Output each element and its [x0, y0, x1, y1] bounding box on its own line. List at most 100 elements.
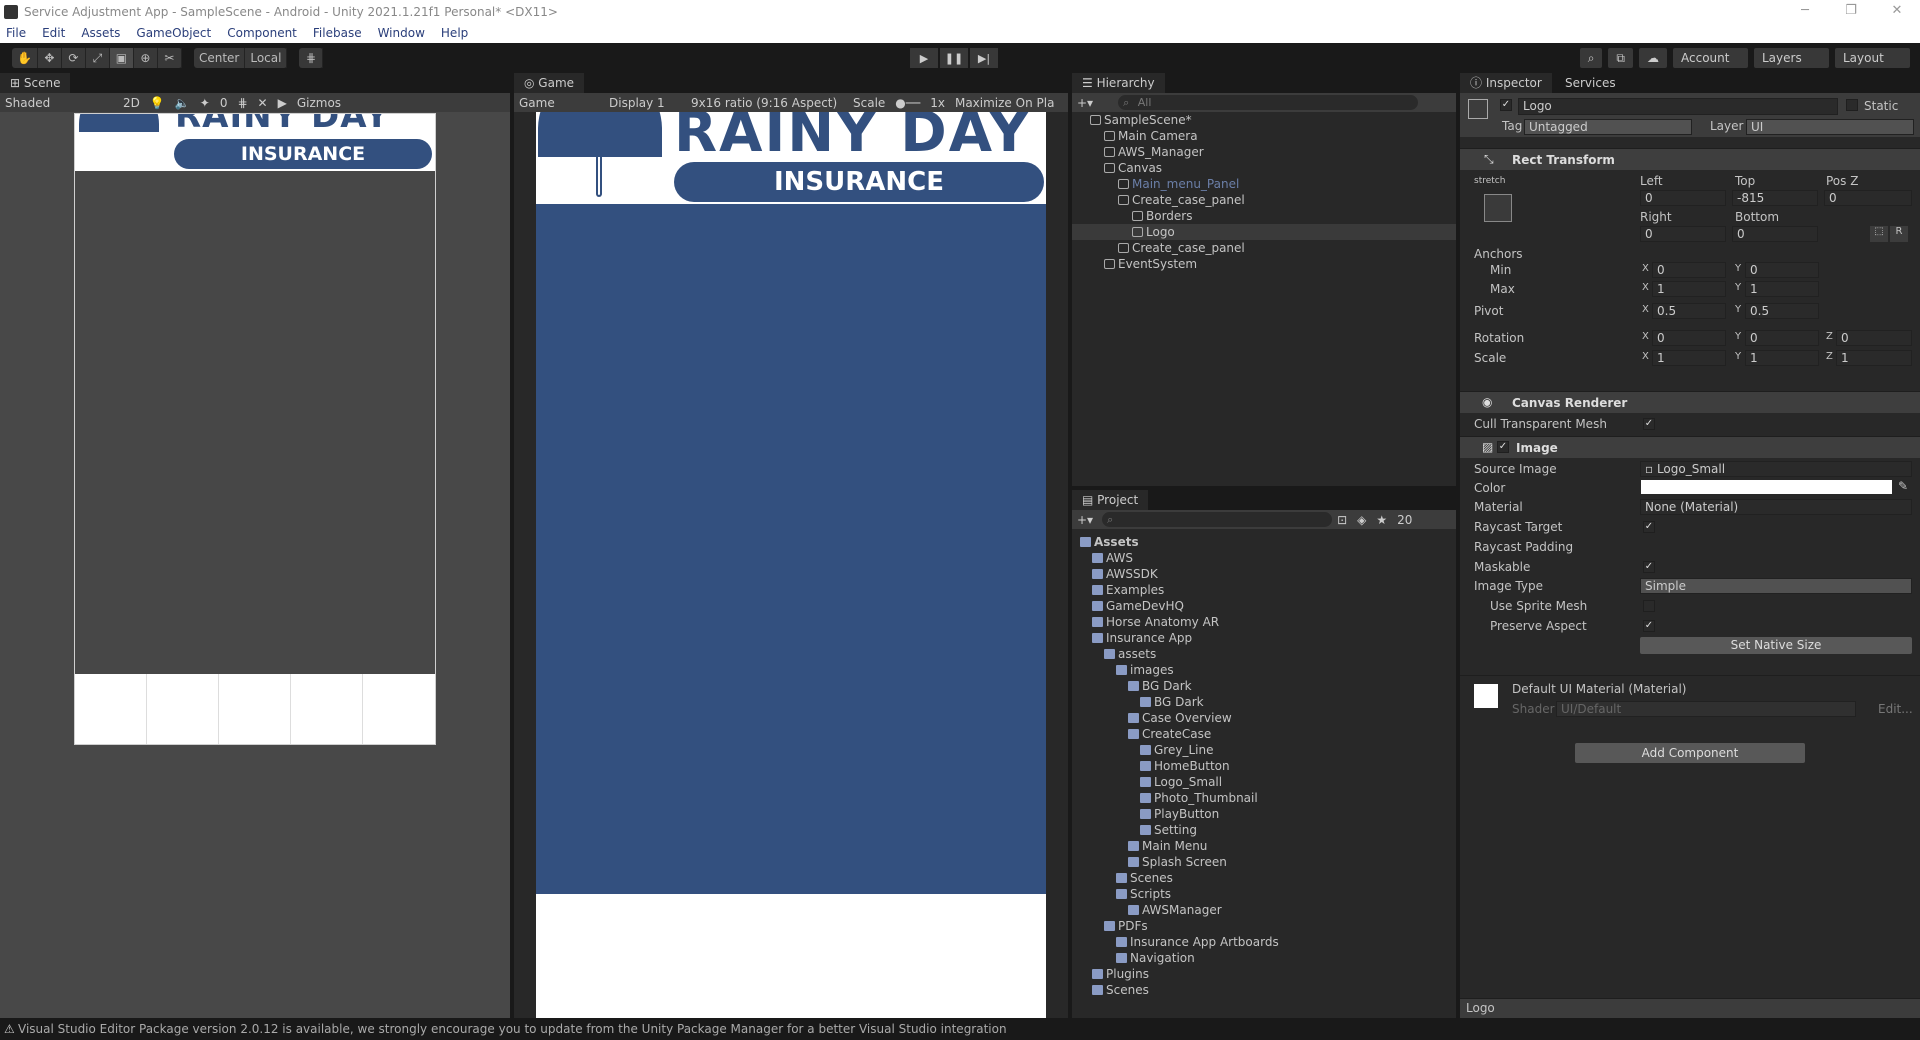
project-item[interactable]: BG Dark: [1072, 678, 1192, 694]
image-header[interactable]: ▨ ✓ Image: [1460, 436, 1920, 458]
project-item[interactable]: Scenes: [1072, 982, 1149, 998]
right-field[interactable]: 0: [1640, 226, 1726, 242]
project-tab[interactable]: ▤ Project: [1072, 490, 1149, 510]
hierarchy-item[interactable]: SampleScene*: [1072, 112, 1456, 128]
scene-tab[interactable]: ⊞ Scene: [0, 73, 71, 93]
game-view[interactable]: RAINY DAY INSURANCE: [536, 112, 1046, 1018]
project-item[interactable]: Grey_Line: [1072, 742, 1213, 758]
static-checkbox[interactable]: [1846, 99, 1858, 111]
menu-edit[interactable]: Edit: [42, 26, 65, 40]
object-name-field[interactable]: Logo: [1518, 98, 1838, 115]
project-item[interactable]: HomeButton: [1072, 758, 1230, 774]
scale-tool-icon[interactable]: ⤢: [86, 48, 110, 68]
sprite-mesh-checkbox[interactable]: [1643, 600, 1655, 612]
anchor-preset-icon[interactable]: [1484, 194, 1512, 222]
minimize-button[interactable]: ─: [1782, 0, 1828, 23]
project-item[interactable]: AWS: [1072, 550, 1133, 566]
project-item[interactable]: Scenes: [1072, 870, 1173, 886]
project-item[interactable]: Insurance App: [1072, 630, 1192, 646]
raycast-padding-foldout[interactable]: Raycast Padding: [1474, 540, 1573, 554]
transform-tool-icon[interactable]: ⊕: [134, 48, 158, 68]
grid-snap-icon[interactable]: ⋕: [299, 48, 324, 68]
canvas-renderer-header[interactable]: ◉ Canvas Renderer: [1460, 391, 1920, 413]
project-item[interactable]: PlayButton: [1072, 806, 1219, 822]
rotation-x-field[interactable]: 0: [1652, 330, 1726, 346]
hierarchy-item[interactable]: Main_menu_Panel: [1072, 176, 1456, 192]
step-icon[interactable]: ▶|: [970, 48, 998, 68]
project-item[interactable]: assets: [1072, 646, 1156, 662]
anchors-foldout[interactable]: Anchors: [1474, 247, 1523, 261]
create-add-icon[interactable]: +▾: [1072, 96, 1098, 110]
search-icon[interactable]: ⌕: [1579, 48, 1603, 68]
scene-canvas-frame[interactable]: RAINY DAY INSURANCE: [74, 113, 436, 745]
hand-tool-icon[interactable]: ✋: [12, 48, 38, 68]
active-checkbox[interactable]: ✓: [1500, 99, 1512, 111]
game-tab[interactable]: ◎ Game: [514, 73, 585, 93]
cull-mesh-checkbox[interactable]: ✓: [1643, 418, 1655, 430]
project-item[interactable]: CreateCase: [1072, 726, 1211, 742]
top-field[interactable]: -815: [1732, 190, 1818, 206]
rect-tool-icon[interactable]: ▣: [109, 48, 134, 68]
menu-window[interactable]: Window: [378, 26, 425, 40]
shader-edit-button[interactable]: Edit...: [1878, 702, 1913, 716]
set-native-size-button[interactable]: Set Native Size: [1640, 637, 1912, 654]
project-item[interactable]: BG Dark: [1072, 694, 1204, 710]
game-display-dropdown[interactable]: Game: [514, 96, 604, 110]
rotation-z-field[interactable]: 0: [1836, 330, 1912, 346]
scale-z-field[interactable]: 1: [1836, 350, 1912, 366]
hierarchy-item[interactable]: AWS_Manager: [1072, 144, 1456, 160]
project-item[interactable]: GameDevHQ: [1072, 598, 1184, 614]
account-dropdown[interactable]: Account: [1673, 48, 1748, 68]
posz-field[interactable]: 0: [1824, 190, 1912, 206]
project-item[interactable]: Insurance App Artboards: [1072, 934, 1279, 950]
preserve-aspect-checkbox[interactable]: ✓: [1643, 620, 1655, 632]
raycast-checkbox[interactable]: ✓: [1643, 521, 1655, 533]
play-icon[interactable]: ▶: [910, 48, 938, 68]
status-message[interactable]: Visual Studio Editor Package version 2.0…: [18, 1022, 1007, 1036]
search-by-type-icon[interactable]: ⊡: [1332, 513, 1352, 527]
camera-icon[interactable]: ▶: [273, 96, 292, 110]
bottom-field[interactable]: 0: [1732, 226, 1818, 242]
left-field[interactable]: 0: [1640, 190, 1726, 206]
inspector-tab[interactable]: ⓘ Inspector: [1460, 73, 1552, 93]
project-item[interactable]: Plugins: [1072, 966, 1149, 982]
hidden-count[interactable]: 0: [215, 96, 233, 110]
maximize-toggle[interactable]: Maximize On Pla: [950, 96, 1059, 110]
maximize-button[interactable]: ❐: [1828, 0, 1874, 23]
pause-icon[interactable]: ❚❚: [940, 48, 968, 68]
layer-dropdown[interactable]: UI: [1746, 119, 1914, 135]
rect-transform-header[interactable]: ⤡ Rect Transform: [1460, 148, 1920, 170]
project-item[interactable]: Scripts: [1072, 886, 1171, 902]
scale-slider[interactable]: ●──: [890, 96, 925, 110]
image-enabled-checkbox[interactable]: ✓: [1497, 441, 1509, 453]
hierarchy-item[interactable]: Borders: [1072, 208, 1456, 224]
project-item[interactable]: PDFs: [1072, 918, 1148, 934]
move-tool-icon[interactable]: ✥: [38, 48, 62, 68]
effects-icon[interactable]: ✦: [195, 96, 215, 110]
cloud-icon[interactable]: ☁: [1639, 48, 1667, 68]
grid-icon[interactable]: ⋕: [232, 96, 252, 110]
gizmos-dropdown[interactable]: Gizmos: [292, 96, 346, 110]
close-button[interactable]: ✕: [1874, 0, 1920, 23]
layers-dropdown[interactable]: Layers: [1754, 48, 1829, 68]
hierarchy-item[interactable]: Main Camera: [1072, 128, 1456, 144]
project-item[interactable]: AWSSDK: [1072, 566, 1158, 582]
color-swatch[interactable]: [1641, 480, 1892, 494]
audio-icon[interactable]: 🔈: [170, 96, 195, 110]
project-create-icon[interactable]: +▾: [1072, 513, 1098, 527]
project-item[interactable]: Assets: [1072, 534, 1139, 550]
pivot-local-button[interactable]: Local: [245, 48, 288, 68]
project-item[interactable]: Setting: [1072, 822, 1197, 838]
hierarchy-item[interactable]: EventSystem: [1072, 256, 1456, 272]
search-by-label-icon[interactable]: ◈: [1352, 513, 1371, 527]
add-component-button[interactable]: Add Component: [1575, 743, 1805, 763]
hierarchy-item[interactable]: Logo: [1072, 224, 1456, 240]
scale-x-field[interactable]: 1: [1652, 350, 1726, 366]
rotate-tool-icon[interactable]: ⟳: [62, 48, 86, 68]
hidden-packages-count[interactable]: 20: [1392, 513, 1417, 527]
layout-dropdown[interactable]: Layout: [1835, 48, 1910, 68]
blueprint-mode-icon[interactable]: ⬚: [1870, 226, 1888, 242]
tag-dropdown[interactable]: Untagged: [1524, 119, 1692, 135]
hierarchy-tab[interactable]: ☰ Hierarchy: [1072, 73, 1165, 93]
project-item[interactable]: AWSManager: [1072, 902, 1222, 918]
